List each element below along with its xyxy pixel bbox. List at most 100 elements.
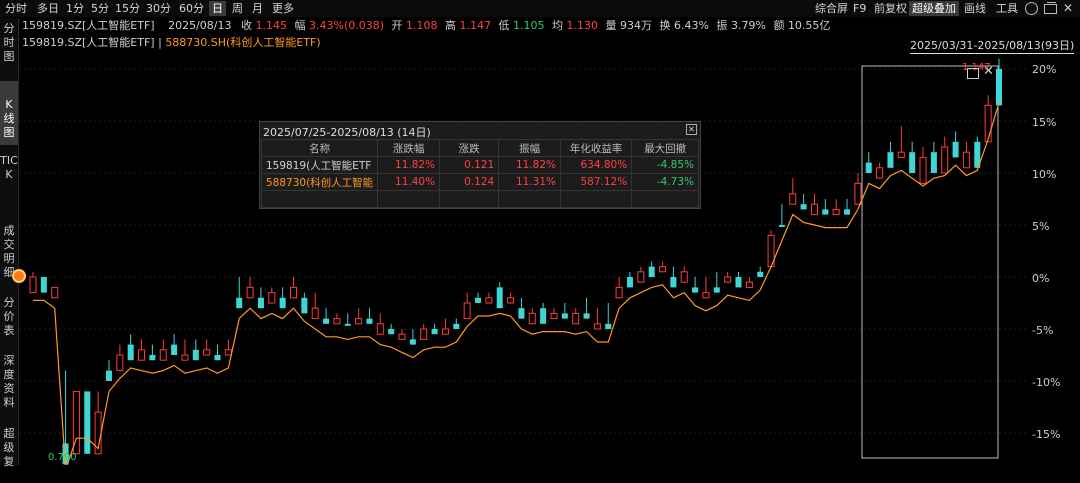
candle [388,329,395,335]
period-toolbar: 分时 多日 1分 5分 15分 30分 60分 日 周 月 更多 综合屏 F9 … [0,0,1080,17]
turnover-label: 换 [659,19,671,32]
candle [724,276,732,283]
candle [789,193,797,205]
candle [572,312,580,325]
candle [279,297,286,309]
candle [441,328,449,335]
candle [962,151,970,169]
tools-button[interactable]: 工具 [993,1,1021,16]
close-selection-icon[interactable]: ✕ [983,64,994,79]
quote-date: 2025/08/13 [168,19,232,32]
y-tick: 5% [1032,220,1050,233]
candle [224,349,232,356]
volume-label: 量 [605,19,617,32]
col-chg-pct: 涨跌幅 [377,139,441,157]
avg-value: 1.130 [566,19,599,32]
forward-adjust-button[interactable]: 前复权 [871,1,910,16]
candle [844,209,851,215]
candle [149,355,156,361]
candle [702,292,710,299]
legend-overlay[interactable]: 588730.SH(科创人工智能ETF) [165,36,320,49]
period-1min[interactable]: 1分 [63,1,87,16]
period-30min[interactable]: 30分 [143,1,174,16]
composite-screen-button[interactable]: 综合屏 [812,1,851,16]
candle [637,271,645,283]
candle [832,208,840,216]
candle [984,104,992,143]
settings-gear-icon[interactable] [1025,2,1038,15]
close-label: 收 [241,19,252,32]
tab-kline-chart[interactable]: K线图 [0,81,18,145]
y-tick: 20% [1032,63,1057,76]
amplitude-label: 振 [716,19,728,32]
candle [355,318,363,325]
super-overlay-button[interactable]: 超级叠加 [909,1,959,16]
low-label: 低 [498,19,510,32]
row-name: 159819(人工智能ETF [260,156,379,174]
candle [127,344,134,361]
period-day[interactable]: 日 [209,1,226,16]
minimize-icon[interactable] [967,68,979,79]
period-intraday[interactable]: 分时 [2,1,30,16]
candle [887,152,894,168]
table-row[interactable]: 159819(人工智能ETF 11.82% 0.121 11.82% 634.8… [260,156,699,174]
f9-button[interactable]: F9 [850,1,869,16]
candle [561,313,568,319]
candle [301,297,308,314]
candle [453,323,460,329]
period-15min[interactable]: 15分 [112,1,143,16]
row-amp: 11.31% [498,173,562,191]
row-name: 588730(科创人工智能 [260,173,379,191]
stack-icon[interactable] [1044,2,1057,14]
start-marker-icon[interactable] [12,269,26,283]
col-mdd: 最大回撤 [631,139,699,157]
candle [778,225,785,227]
candle [192,349,199,361]
tab-super-recheck[interactable]: 超级复 [0,427,18,483]
row-mdd: -4.85% [631,156,699,174]
candle [333,318,341,325]
candle [550,312,558,320]
candle [409,339,416,345]
amount-value: 10.55亿 [787,19,831,32]
tab-tick[interactable]: TICK [0,154,18,214]
tab-intraday-chart[interactable]: 分时图 [0,22,18,68]
candle [105,370,112,381]
candle [29,276,37,294]
candle [171,344,178,355]
kline-chart[interactable] [19,50,1029,465]
interval-stats-popup: 2025/07/25-2025/08/13 (14日) ✕ 名称 涨跌幅 涨跌 … [259,121,701,209]
close-icon[interactable]: ✕ [1063,1,1073,15]
candle [203,349,211,356]
candle [952,141,959,158]
open-label: 开 [391,19,403,32]
legend-main[interactable]: 159819.SZ[人工智能ETF] [22,36,155,49]
turnover-value: 6.43% [674,19,709,32]
tab-depth-data[interactable]: 深度资料 [0,354,18,416]
col-chg: 涨跌 [439,139,500,157]
table-row[interactable]: 588730(科创人工智能 11.40% 0.124 11.31% 587.12… [260,173,699,191]
period-5min[interactable]: 5分 [88,1,112,16]
period-multiday[interactable]: 多日 [34,1,62,16]
candle [593,323,601,330]
close-value: 1.145 [255,19,288,32]
candle [257,297,264,309]
popup-close-icon[interactable]: ✕ [686,124,697,135]
tab-price-table[interactable]: 分价表 [0,296,18,344]
row-annual: 587.12% [560,173,633,191]
period-60min[interactable]: 60分 [176,1,207,16]
interval-stats-table: 名称 涨跌幅 涨跌 振幅 年化收益率 最大回撤 159819(人工智能ETF 1… [260,139,699,208]
candle [941,146,949,174]
period-month[interactable]: 月 [249,1,266,16]
candle [518,308,525,319]
period-more[interactable]: 更多 [269,1,297,16]
candle [214,355,221,361]
draw-line-button[interactable]: 画线 [961,1,989,16]
candle [366,318,373,324]
candle [420,328,428,340]
change-value: 3.43%(0.038) [309,19,385,32]
candle [605,323,612,329]
row-chg-pct: 11.40% [377,173,441,191]
period-week[interactable]: 周 [229,1,246,16]
y-tick: -10% [1032,376,1061,389]
